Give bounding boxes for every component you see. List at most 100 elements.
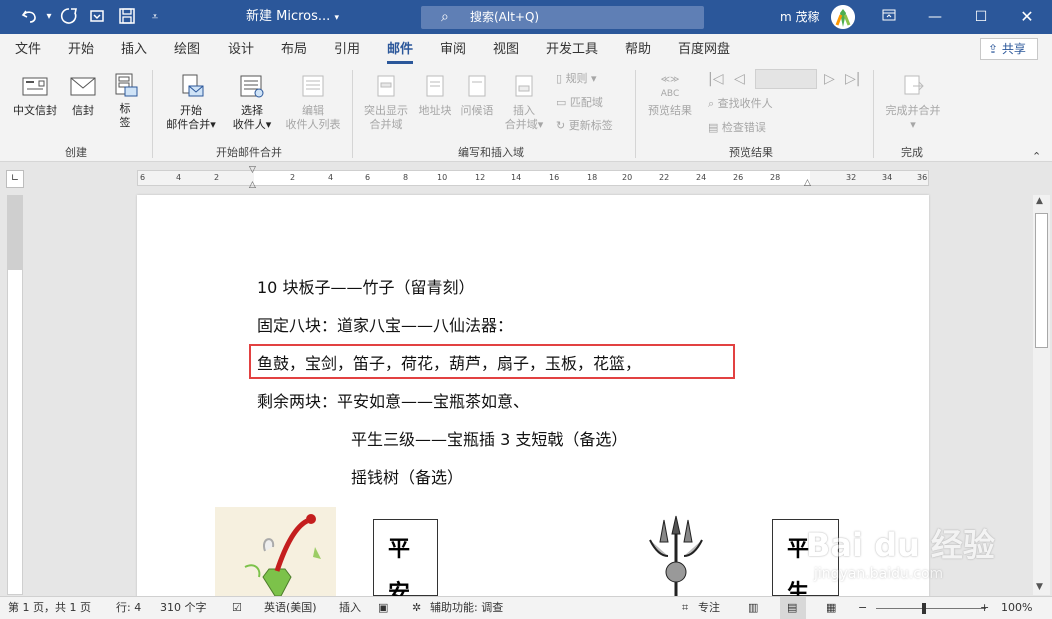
undo-dropdown-icon[interactable]: ▾ <box>42 6 56 28</box>
group-separator <box>873 70 874 158</box>
tab-help[interactable]: 帮助 <box>625 41 651 58</box>
search-box[interactable]: ⌕ 搜索(Alt+Q) <box>421 6 704 29</box>
left-indent-marker[interactable]: △ <box>249 180 256 190</box>
card-ping-an[interactable]: 平 安 <box>373 519 438 606</box>
find-recipient-icon: ⌕ <box>708 97 715 110</box>
insert-merge-field-button[interactable]: 插入 合并域▾ <box>498 74 550 132</box>
close-icon[interactable]: ✕ <box>1012 6 1042 28</box>
ribbon-display-icon[interactable] <box>874 6 904 28</box>
proofing-icon[interactable]: ☑ <box>232 601 242 615</box>
read-mode-icon[interactable]: ▥ <box>748 601 758 615</box>
doc-line-6[interactable]: 摇钱树（备选） <box>351 467 463 489</box>
word-count[interactable]: 310 个字 <box>160 601 207 615</box>
share-button[interactable]: ⇪ 共享 <box>980 38 1038 60</box>
accessibility-icon[interactable]: ✲ <box>412 601 421 615</box>
group-label-write-insert-fields: 编写和插入域 <box>458 146 524 159</box>
collapse-ribbon-icon[interactable]: ⌃ <box>1032 150 1041 163</box>
scrollbar-thumb[interactable] <box>1035 213 1048 348</box>
rules-button[interactable]: ▯ 规则 ▾ <box>556 72 597 86</box>
redo-icon[interactable] <box>58 6 80 28</box>
halberd-illustration[interactable] <box>636 512 716 596</box>
zoom-in-icon[interactable]: + <box>980 601 989 615</box>
tab-home[interactable]: 开始 <box>68 41 94 58</box>
ruler-text-area <box>254 170 810 186</box>
tab-draw[interactable]: 绘图 <box>174 41 200 58</box>
next-record-icon[interactable]: ▷ <box>824 72 835 86</box>
find-recipient-button[interactable]: ⌕ 查找收件人 <box>708 97 773 111</box>
undo-icon[interactable] <box>18 6 42 28</box>
ruler-number: 24 <box>696 173 707 182</box>
scroll-up-icon[interactable]: ▲ <box>1036 196 1043 206</box>
document-title[interactable]: 新建 Micros... ▾ <box>246 8 339 27</box>
envelope-button[interactable]: 信封 <box>64 74 102 118</box>
start-mail-merge-button[interactable]: 开始 邮件合并▾ <box>162 74 220 132</box>
update-labels-button[interactable]: ↻ 更新标签 <box>556 119 613 133</box>
highlight-merge-fields-button[interactable]: 突出显示 合并域 <box>360 74 412 132</box>
search-icon: ⌕ <box>441 9 449 25</box>
right-indent-marker[interactable]: △ <box>804 178 811 188</box>
accessibility-status[interactable]: 辅助功能: 调查 <box>430 601 503 615</box>
line-number[interactable]: 行: 4 <box>116 601 141 615</box>
vase-illustration[interactable] <box>215 507 336 597</box>
tab-design[interactable]: 设计 <box>228 41 254 58</box>
doc-line-1[interactable]: 10 块板子——竹子（留青刻） <box>257 277 474 299</box>
preview-arrows-icon: ≪≫ <box>660 75 680 85</box>
ruler-number: 26 <box>733 173 744 182</box>
select-recipients-button[interactable]: 选择 收件人▾ <box>226 74 278 132</box>
customize-toolbar-icon[interactable]: ⩡ <box>146 6 164 28</box>
start-mail-merge-icon <box>182 74 204 97</box>
tab-developer[interactable]: 开发工具 <box>546 41 598 58</box>
scroll-down-icon[interactable]: ▼ <box>1036 582 1043 592</box>
repeat-icon[interactable] <box>86 6 108 28</box>
labels-button[interactable]: 标 签 <box>108 72 142 130</box>
greeting-line-button[interactable]: 问候语 <box>456 74 498 118</box>
page-count[interactable]: 第 1 页，共 1 页 <box>8 601 91 615</box>
tab-references[interactable]: 引用 <box>334 41 360 58</box>
tab-baidu-netdisk[interactable]: 百度网盘 <box>678 41 730 58</box>
zoom-slider-thumb[interactable] <box>922 603 926 614</box>
focus-icon[interactable]: ⌗ <box>682 601 688 615</box>
minimize-icon[interactable]: — <box>920 6 950 28</box>
focus-mode[interactable]: 专注 <box>698 601 720 615</box>
maximize-icon[interactable]: ☐ <box>966 6 996 28</box>
tab-layout[interactable]: 布局 <box>281 41 307 58</box>
zoom-slider[interactable] <box>876 608 986 609</box>
save-icon[interactable] <box>116 6 138 28</box>
insert-mode[interactable]: 插入 <box>339 601 361 615</box>
avatar[interactable] <box>831 5 855 29</box>
match-fields-button[interactable]: ▭ 匹配域 <box>556 96 603 110</box>
edit-recipient-list-button[interactable]: 编辑 收件人列表 <box>282 74 344 132</box>
preview-results-button[interactable]: ≪≫ ABC 预览结果 <box>643 74 697 118</box>
doc-line-2[interactable]: 固定八块：道家八宝——八仙法器： <box>257 315 513 337</box>
print-layout-icon[interactable]: ▤ <box>787 601 797 615</box>
doc-line-4[interactable]: 剩余两块：平安如意——宝瓶茶如意、 <box>257 391 529 413</box>
first-line-indent-marker[interactable]: ▽ <box>249 165 256 175</box>
web-layout-icon[interactable]: ▦ <box>826 601 836 615</box>
finish-merge-button[interactable]: 完成并合并 ▾ <box>880 74 946 132</box>
tab-file[interactable]: 文件 <box>15 41 41 58</box>
zoom-out-icon[interactable]: − <box>858 601 867 615</box>
ruler-number: 2 <box>214 173 220 182</box>
chinese-envelope-icon <box>22 77 48 96</box>
finish-merge-icon <box>904 75 924 95</box>
macro-record-icon[interactable]: ▣ <box>378 601 388 615</box>
chinese-envelope-button[interactable]: 中文信封 <box>8 74 62 118</box>
status-bar: 第 1 页，共 1 页 行: 4 310 个字 ☑ 英语(美国) 插入 ▣ ✲ … <box>0 596 1052 619</box>
first-record-icon[interactable]: |◁ <box>708 72 723 86</box>
address-block-button[interactable]: 地址块 <box>414 74 456 118</box>
tab-view[interactable]: 视图 <box>493 41 519 58</box>
user-name[interactable]: m 茂稼 <box>780 8 820 26</box>
doc-line-5[interactable]: 平生三级——宝瓶插 3 支短戟（备选） <box>351 429 627 451</box>
ruler-number: 36 <box>917 173 928 182</box>
tab-selector[interactable]: ∟ <box>6 170 24 188</box>
record-number-field[interactable] <box>755 69 817 89</box>
envelope-icon <box>70 77 96 96</box>
tab-mailings[interactable]: 邮件 <box>387 41 413 58</box>
previous-record-icon[interactable]: ◁ <box>734 72 745 86</box>
zoom-level[interactable]: 100% <box>1001 601 1032 615</box>
check-errors-button[interactable]: ▤ 检查错误 <box>708 121 766 135</box>
language[interactable]: 英语(美国) <box>264 601 317 615</box>
tab-review[interactable]: 审阅 <box>440 41 466 58</box>
last-record-icon[interactable]: ▷| <box>845 72 860 86</box>
tab-insert[interactable]: 插入 <box>121 41 147 58</box>
